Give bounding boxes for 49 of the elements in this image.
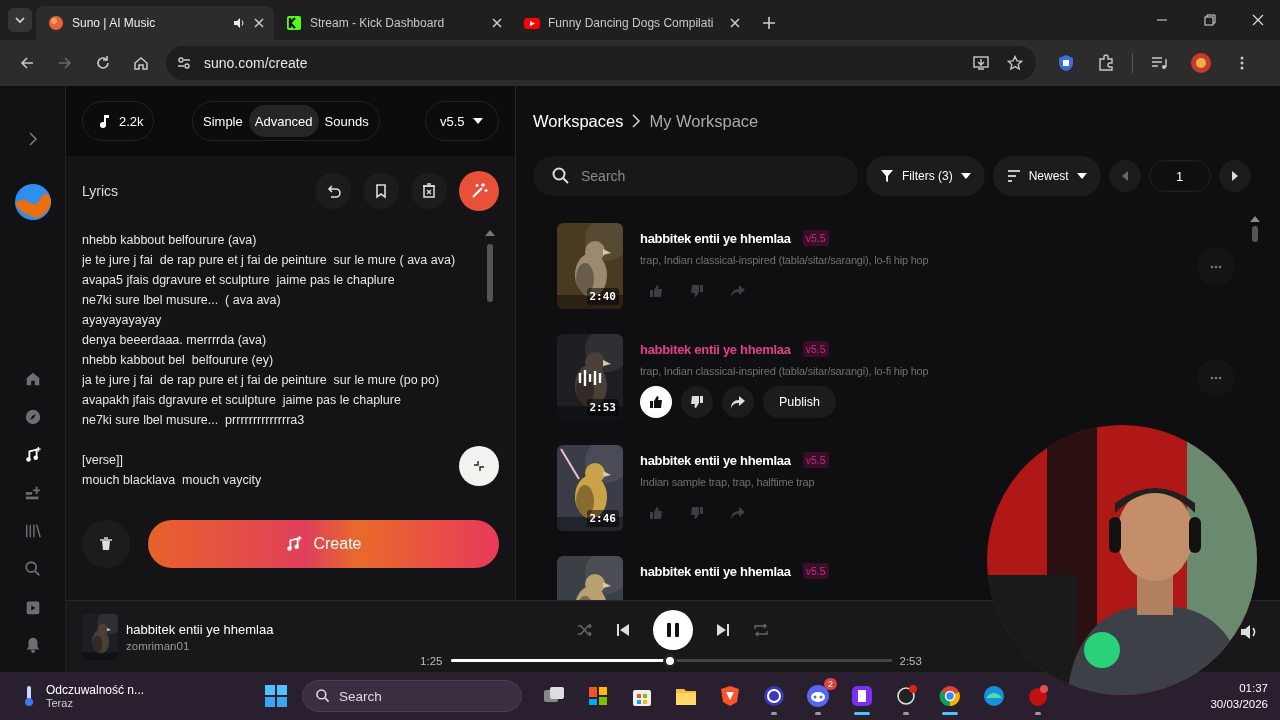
song-title[interactable]: habbitek entii ye hhemlaa: [640, 341, 791, 357]
song-tags: trap, Indian classical-inspired (tabla/sitar/sarangi), lo-fi hip hop: [640, 254, 929, 266]
clock[interactable]: 01:37 30/03/2026: [1210, 680, 1268, 712]
lyrics-line: ne7ki sure lbel musure... prrrrrrrrrrrrrra3: [82, 412, 306, 429]
duration-label: 2:40: [586, 288, 619, 305]
duration-label: 2:53: [586, 399, 619, 416]
duration-label: 2:46: [586, 510, 619, 527]
version-badge: v5.5: [802, 230, 829, 246]
lyrics-line: ja te jure j fai de rap pure et j fai de peinture sur le mure (po po): [82, 372, 441, 389]
address-bar[interactable]: suno.com/create: [166, 46, 1036, 80]
total-time: 2:53: [899, 654, 923, 667]
lyrics-line: [verse]]: [82, 452, 124, 469]
browser-tab[interactable]: Stream - Kick Dashboard: [274, 6, 512, 40]
search-field[interactable]: Search: [533, 156, 858, 196]
version-badge: v5.5: [802, 452, 829, 468]
song-title[interactable]: habbitek entii ye hhemlaa: [640, 563, 791, 579]
lyrics-line: denya beeerdaaa. merrrrda (ava): [82, 332, 268, 349]
breadcrumb-link[interactable]: Workspaces: [533, 111, 624, 131]
song-tags: Indian sample trap, trap, halftime trap: [640, 476, 829, 488]
song-title[interactable]: habbitek entii ye hhemlaa: [640, 230, 791, 246]
song-tags: trap, Indian classical-inspired (tabla/sitar/sarangi), lo-fi hip hop: [640, 365, 929, 377]
publish-button[interactable]: Publish: [763, 386, 836, 418]
lyrics-line: avapakh jfais dgravure et sculpture jaime pas le chaplure: [82, 392, 402, 409]
weather-widget[interactable]: Odczuwalność n... Teraz: [22, 683, 222, 709]
notification-badge: 2: [824, 677, 837, 690]
lyrics-line: ayayayayayay: [82, 312, 163, 329]
mode-tab[interactable]: Simple: [197, 105, 249, 137]
sort-button[interactable]: Newest: [992, 156, 1101, 196]
mode-tab[interactable]: Sounds: [318, 105, 375, 137]
version-badge: v5.5: [802, 563, 829, 579]
lyrics-line: ne7ki sure lbel musure... ( ava ava): [82, 292, 282, 309]
lyrics-line: je te jure j fai de rap pure et j fai de peinture sur le mure ( ava ava): [82, 252, 457, 269]
song-title[interactable]: habbitek entii ye hhemlaa: [640, 452, 791, 468]
version-badge: v5.5: [802, 341, 829, 357]
create-button[interactable]: Create: [148, 520, 499, 568]
filters-button[interactable]: Filters (3): [866, 156, 985, 196]
browser-tab[interactable]: Funny Dancing Dogs Compilati: [512, 6, 750, 40]
mode-tab[interactable]: Advanced: [248, 105, 319, 137]
breadcrumb-link[interactable]: My Workspace: [649, 111, 759, 131]
lyrics-line: mouch blacklava mouch vaycity: [82, 472, 263, 488]
artist-name[interactable]: zomriman01: [126, 640, 274, 652]
lyrics-line: avapa5 jfais dgravure et sculpture jaime pas le chaplure: [82, 272, 396, 289]
browser-tab[interactable]: Suno | AI Music: [36, 6, 274, 40]
lyrics-line: nhebb kabbout bel belfourure (ey): [82, 352, 275, 369]
lyrics-line: nhebb kabbout belfourure (ava): [82, 232, 258, 249]
elapsed-time: 1:25: [419, 654, 443, 667]
track-title[interactable]: habbitek entii ye hhemlaa: [126, 622, 274, 637]
section-label: Lyrics: [82, 183, 119, 199]
taskbar-search[interactable]: Search: [302, 680, 522, 712]
